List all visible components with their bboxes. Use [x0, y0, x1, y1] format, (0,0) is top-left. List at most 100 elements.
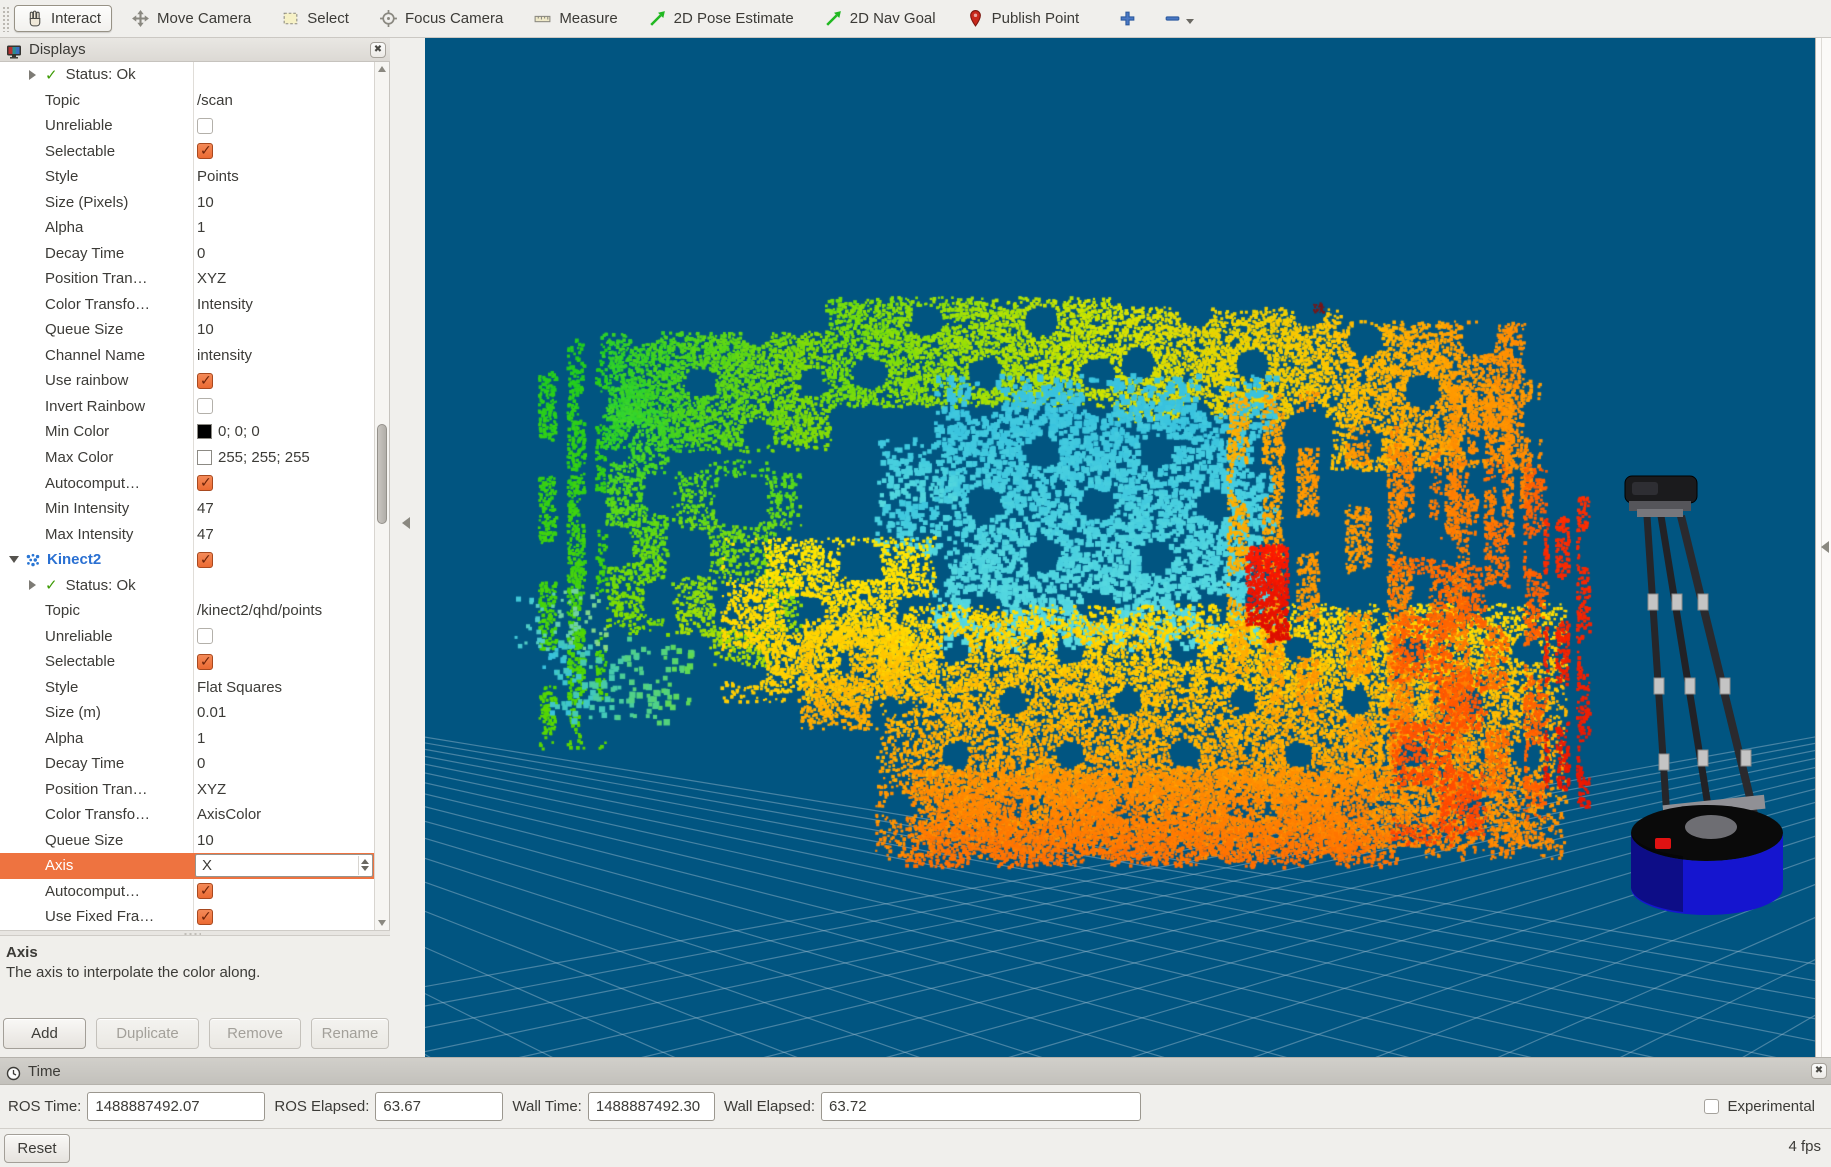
tree-row-alpha[interactable]: Alpha1	[0, 725, 374, 751]
tree-row-use-fixed-fra[interactable]: Use Fixed Fra…	[0, 904, 374, 930]
collapse-right-icon[interactable]	[1821, 541, 1829, 553]
property-value: /scan	[193, 92, 374, 109]
collapse-icon[interactable]	[9, 556, 19, 563]
property-checkbox[interactable]	[197, 654, 213, 670]
tool-focus-camera[interactable]: Focus Camera	[368, 5, 514, 32]
property-checkbox[interactable]	[197, 398, 213, 414]
property-text-value: 0; 0; 0	[218, 423, 260, 440]
close-icon[interactable]: ✖	[1811, 1063, 1827, 1079]
close-icon[interactable]: ✖	[370, 42, 386, 58]
color-swatch[interactable]	[197, 424, 212, 439]
scrollbar-thumb[interactable]	[377, 424, 387, 524]
right-splitter[interactable]	[1815, 38, 1831, 1057]
render-view-3d[interactable]	[425, 38, 1815, 1057]
tool-move-camera[interactable]: Move Camera	[120, 5, 262, 32]
tree-row-style[interactable]: StyleFlat Squares	[0, 674, 374, 700]
property-name: Unreliable	[0, 628, 193, 645]
tree-row-style[interactable]: StylePoints	[0, 164, 374, 190]
experimental-checkbox[interactable]	[1704, 1099, 1719, 1114]
tree-row-status-ok[interactable]: ✓Status: Ok	[0, 572, 374, 598]
spin-down-icon[interactable]	[361, 866, 369, 871]
tree-row-axis[interactable]: XAxis	[0, 853, 374, 879]
tree-row-status-ok[interactable]: ✓Status: Ok	[0, 62, 374, 88]
wall-time-input[interactable]	[588, 1092, 715, 1121]
tool-measure[interactable]: Measure	[522, 5, 628, 32]
tree-row-selectable[interactable]: Selectable	[0, 649, 374, 675]
collapse-left-icon[interactable]	[402, 517, 410, 529]
tree-row-selectable[interactable]: Selectable	[0, 139, 374, 165]
expand-icon[interactable]	[29, 580, 36, 590]
tree-row-queue-size[interactable]: Queue Size10	[0, 827, 374, 853]
left-splitter[interactable]	[390, 38, 425, 1057]
tree-row-topic[interactable]: Topic/scan	[0, 88, 374, 114]
property-name: Min Intensity	[0, 500, 193, 517]
tool-2d-nav-goal[interactable]: 2D Nav Goal	[813, 5, 947, 32]
property-value	[193, 475, 374, 491]
property-name: Min Color	[0, 423, 193, 440]
property-value: 10	[193, 321, 374, 338]
tool-select[interactable]: Select	[270, 5, 360, 32]
tree-row-decay-time[interactable]: Decay Time0	[0, 751, 374, 777]
axis-combobox[interactable]: X	[195, 854, 373, 877]
property-checkbox[interactable]	[197, 118, 213, 134]
property-tree: ✓Status: OkTopic/scanUnreliableSelectabl…	[0, 62, 390, 930]
property-checkbox[interactable]	[197, 143, 213, 159]
pose-arrow-icon	[648, 9, 667, 28]
tree-row-unreliable[interactable]: Unreliable	[0, 113, 374, 139]
experimental-label: Experimental	[1727, 1098, 1815, 1115]
tree-row-position-tran[interactable]: Position Tran…XYZ	[0, 776, 374, 802]
chevron-down-icon[interactable]	[1186, 19, 1194, 24]
ros-elapsed-input[interactable]	[375, 1092, 503, 1121]
enabled-checkbox[interactable]	[197, 552, 213, 568]
tree-row-autocomput[interactable]: Autocomput…	[0, 879, 374, 905]
scroll-down-icon[interactable]	[378, 920, 386, 926]
property-checkbox[interactable]	[197, 883, 213, 899]
property-label: Min Color	[45, 423, 109, 440]
tree-scrollbar[interactable]	[374, 62, 389, 930]
add-tool-button[interactable]	[1112, 7, 1143, 30]
wall-elapsed-input[interactable]	[821, 1092, 1141, 1121]
tree-row-size-pixels[interactable]: Size (Pixels)10	[0, 190, 374, 216]
reset-button[interactable]: Reset	[4, 1134, 70, 1163]
tree-row-kinect2[interactable]: Kinect2	[0, 547, 374, 573]
tree-row-use-rainbow[interactable]: Use rainbow	[0, 368, 374, 394]
toolbar-grip[interactable]	[2, 6, 10, 32]
tree-row-channel-name[interactable]: Channel Nameintensity	[0, 343, 374, 369]
property-value	[193, 398, 374, 414]
tree-row-color-transfo[interactable]: Color Transfo…AxisColor	[0, 802, 374, 828]
tree-row-queue-size[interactable]: Queue Size10	[0, 317, 374, 343]
expand-icon[interactable]	[29, 70, 36, 80]
tree-row-unreliable[interactable]: Unreliable	[0, 623, 374, 649]
tree-row-max-intensity[interactable]: Max Intensity47	[0, 521, 374, 547]
tool-2d-pose-estimate[interactable]: 2D Pose Estimate	[637, 5, 805, 32]
spin-up-icon[interactable]	[361, 859, 369, 864]
ros-time-input[interactable]	[87, 1092, 265, 1121]
tree-row-min-intensity[interactable]: Min Intensity47	[0, 496, 374, 522]
tree-row-color-transfo[interactable]: Color Transfo…Intensity	[0, 292, 374, 318]
property-checkbox[interactable]	[197, 373, 213, 389]
spinner-buttons[interactable]	[358, 856, 371, 875]
toolbar-tools: Interact Move Camera Select Focus Camera Mea…	[14, 5, 1098, 32]
tree-row-topic[interactable]: Topic/kinect2/qhd/points	[0, 598, 374, 624]
tree-row-size-m[interactable]: Size (m)0.01	[0, 700, 374, 726]
add-button[interactable]: Add	[3, 1018, 86, 1049]
tree-row-invert-rainbow[interactable]: Invert Rainbow	[0, 394, 374, 420]
tree-row-alpha[interactable]: Alpha1	[0, 215, 374, 241]
property-name: ✓Status: Ok	[0, 66, 193, 84]
tree-row-position-tran[interactable]: Position Tran…XYZ	[0, 266, 374, 292]
property-value: 0	[193, 245, 374, 262]
property-checkbox[interactable]	[197, 909, 213, 925]
tree-row-max-color[interactable]: Max Color255; 255; 255	[0, 445, 374, 471]
property-checkbox[interactable]	[197, 628, 213, 644]
tree-row-min-color[interactable]: Min Color 0; 0; 0	[0, 419, 374, 445]
color-swatch[interactable]	[197, 450, 212, 465]
scroll-up-icon[interactable]	[378, 66, 386, 72]
combobox-value: X	[202, 857, 212, 874]
tool-interact[interactable]: Interact	[14, 5, 112, 32]
tree-row-decay-time[interactable]: Decay Time0	[0, 241, 374, 267]
tool-publish-point[interactable]: Publish Point	[955, 5, 1091, 32]
property-checkbox[interactable]	[197, 475, 213, 491]
remove-tool-button[interactable]	[1157, 7, 1200, 30]
tree-row-autocomput[interactable]: Autocomput…	[0, 470, 374, 496]
property-value: /kinect2/qhd/points	[193, 602, 374, 619]
